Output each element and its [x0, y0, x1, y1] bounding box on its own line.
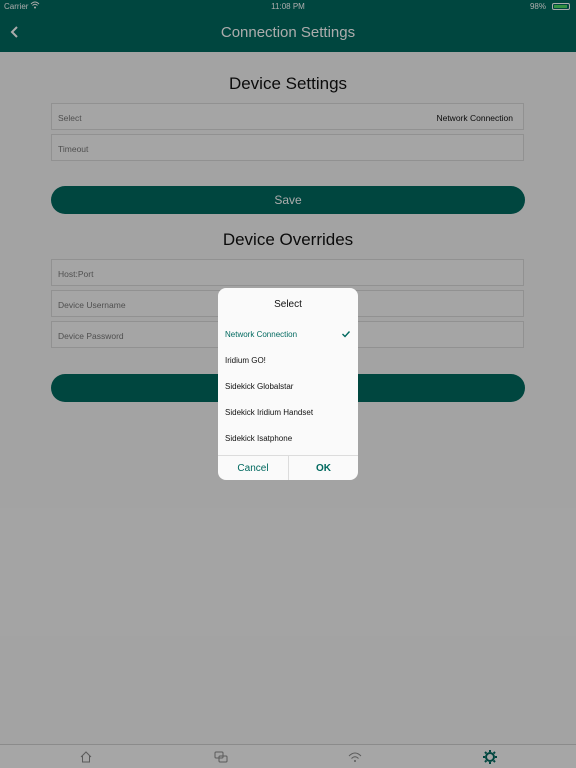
option-network-connection[interactable]: Network Connection [218, 321, 358, 347]
select-dialog: Select Network Connection Iridium GO! Si… [218, 288, 358, 480]
option-label: Sidekick Isatphone [225, 434, 293, 443]
option-iridium-go[interactable]: Iridium GO! [218, 347, 358, 373]
ok-button[interactable]: OK [288, 456, 358, 480]
dialog-title: Select [274, 299, 302, 310]
option-label: Sidekick Globalstar [225, 382, 294, 391]
checkmark-icon [342, 331, 351, 338]
dialog-button-row: Cancel OK [218, 455, 358, 480]
option-sidekick-iridium-handset[interactable]: Sidekick Iridium Handset [218, 399, 358, 425]
option-label: Iridium GO! [225, 356, 266, 365]
option-label: Sidekick Iridium Handset [225, 408, 314, 417]
cancel-button[interactable]: Cancel [218, 456, 288, 480]
option-sidekick-globalstar[interactable]: Sidekick Globalstar [218, 373, 358, 399]
option-label: Network Connection [225, 330, 298, 339]
option-sidekick-isatphone[interactable]: Sidekick Isatphone [218, 425, 358, 451]
